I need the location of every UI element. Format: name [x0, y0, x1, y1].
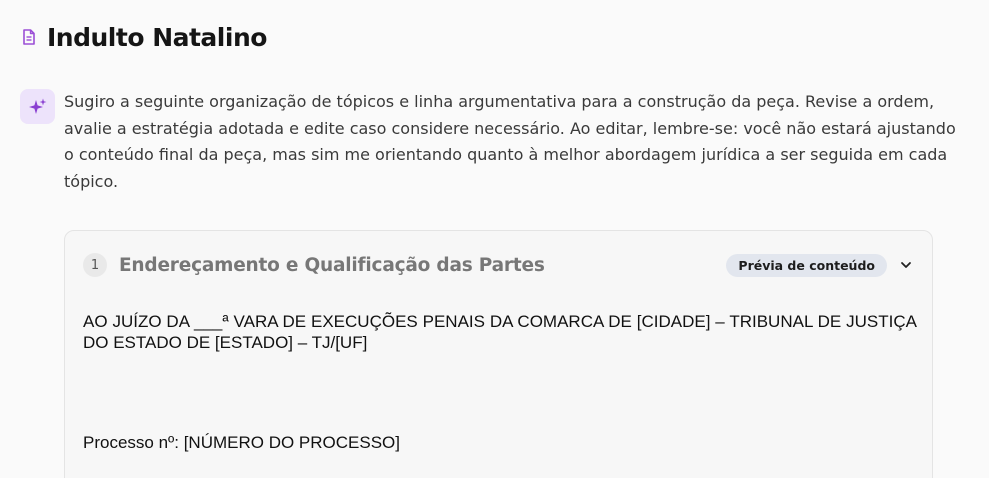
- document-icon: [21, 29, 37, 45]
- page-title: Indulto Natalino: [47, 22, 267, 52]
- page-header: Indulto Natalino: [21, 18, 267, 56]
- topic-content: AO JUÍZO DA ___ª VARA DE EXECUÇÕES PENAI…: [83, 311, 917, 453]
- process-number: Processo nº: [NÚMERO DO PROCESSO]: [83, 433, 400, 452]
- court-address: AO JUÍZO DA ___ª VARA DE EXECUÇÕES PENAI…: [83, 312, 917, 352]
- topic-number: 1: [83, 253, 107, 277]
- content-preview-badge[interactable]: Prévia de conteúdo: [726, 253, 887, 277]
- topic-card-header[interactable]: 1 Endereçamento e Qualificação das Parte…: [83, 251, 916, 279]
- chevron-down-icon[interactable]: [896, 255, 916, 275]
- assistant-message-text: Sugiro a seguinte organização de tópicos…: [64, 92, 956, 191]
- topic-card: 1 Endereçamento e Qualificação das Parte…: [64, 230, 933, 478]
- sparkle-icon: [20, 89, 55, 124]
- topic-title: Endereçamento e Qualificação das Partes: [119, 254, 545, 276]
- assistant-message: Sugiro a seguinte organização de tópicos…: [20, 88, 970, 195]
